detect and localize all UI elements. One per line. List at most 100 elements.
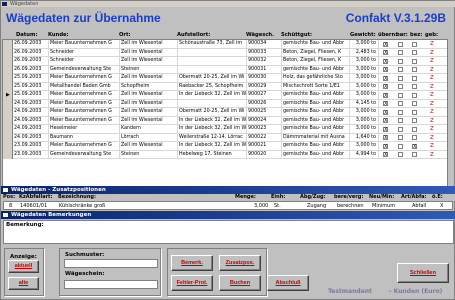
checkbox-bez[interactable]: [412, 126, 417, 132]
checkbox-bar[interactable]: [398, 109, 403, 115]
checkbox-bez[interactable]: [412, 84, 417, 89]
checkbox-bar[interactable]: [398, 126, 403, 132]
row-selector[interactable]: [3, 150, 13, 159]
geb-flag[interactable]: Z: [430, 108, 434, 116]
checkbox-uebern[interactable]: X: [383, 143, 388, 149]
checkbox-uebern[interactable]: X: [383, 118, 388, 124]
row-selector[interactable]: [3, 142, 13, 151]
row-selector[interactable]: [3, 65, 13, 74]
checkbox-bar[interactable]: [398, 143, 403, 149]
suchmuster-input[interactable]: [64, 259, 158, 268]
table-row[interactable]: 23.09.2003 Gemeindeverwaltung Ste Steinen H…: [3, 150, 447, 159]
checkbox-uebern[interactable]: X: [383, 152, 388, 158]
geb-flag[interactable]: Z: [430, 57, 434, 65]
row-selector[interactable]: [3, 57, 13, 66]
geb-flag[interactable]: Z: [430, 91, 434, 99]
row-selector[interactable]: [3, 40, 13, 49]
checkbox-bez[interactable]: [412, 152, 417, 157]
row-selector[interactable]: [3, 125, 13, 134]
checkbox-bez[interactable]: [412, 75, 417, 81]
checkbox-bez[interactable]: [412, 50, 417, 55]
checkbox-uebern[interactable]: X: [383, 58, 388, 64]
zusatzpos-button[interactable]: Zusatzpos.: [219, 255, 261, 271]
checkbox-bar[interactable]: [398, 92, 403, 98]
waegeschein-input[interactable]: [64, 280, 158, 289]
table-row[interactable]: ▶ 25.09.2003 Meier Bauunternehmen G Zell im…: [3, 91, 447, 100]
checkbox-bar[interactable]: [398, 135, 403, 140]
table-row[interactable]: 26.09.2003 Gemeindeverwaltung Ste Steinen 9…: [3, 65, 447, 74]
table-row[interactable]: 25.09.2003 Meier Bauunternehmen G Zell im …: [3, 74, 447, 83]
geb-flag[interactable]: Z: [430, 49, 434, 57]
table-row[interactable]: 24.09.2003 Meier Bauunternehmen G Zell im …: [3, 99, 447, 108]
row-selector[interactable]: [3, 108, 13, 117]
table-row[interactable]: 24.09.2003 Baumann Lörrach Weilerstraße 12-…: [3, 133, 447, 142]
geb-flag[interactable]: Z: [430, 134, 434, 142]
checkbox-bez[interactable]: X: [412, 143, 417, 149]
checkbox-uebern[interactable]: X: [383, 75, 388, 81]
checkbox-bar[interactable]: [398, 101, 403, 106]
table-row[interactable]: 24.09.2003 Meier Bauunternehmen G Zell im …: [3, 116, 447, 125]
checkbox-bez[interactable]: [412, 109, 417, 115]
checkbox-bar[interactable]: [398, 41, 403, 47]
checkbox-uebern[interactable]: X: [383, 109, 388, 115]
alte-button[interactable]: alte: [8, 277, 39, 290]
table-row[interactable]: 24.09.2003 Heselmeier Kandern In der Liebec…: [3, 125, 447, 134]
table-row[interactable]: 24.09.2003 Meier Bauunternehmen G Zell im …: [3, 108, 447, 117]
checkbox-uebern[interactable]: X: [383, 135, 388, 141]
row-selector[interactable]: [3, 48, 13, 57]
cell-kunde: Meier Bauunternehmen G: [49, 40, 120, 49]
checkbox-bez[interactable]: [412, 101, 417, 106]
checkbox-bar[interactable]: [398, 50, 403, 55]
geb-flag[interactable]: Z: [430, 117, 434, 125]
geb-flag[interactable]: Z: [430, 66, 434, 74]
checkbox-bar[interactable]: [398, 58, 403, 64]
checkbox-uebern[interactable]: X: [383, 101, 388, 107]
checkbox-bar[interactable]: [398, 75, 403, 81]
checkbox-bar[interactable]: [398, 152, 403, 157]
checkbox-bez[interactable]: [412, 118, 417, 123]
checkbox-uebern[interactable]: X: [383, 126, 388, 132]
checkbox-bez[interactable]: [412, 58, 417, 64]
checkbox-bar[interactable]: [398, 118, 403, 123]
positions-row[interactable]: 8 140601/01 Kühlschränke groß 3,000 St. …: [3, 201, 453, 210]
checkbox-uebern[interactable]: X: [383, 92, 388, 98]
checkbox-bar[interactable]: [398, 84, 403, 89]
row-selector[interactable]: ▶: [3, 91, 13, 100]
checkbox-bez[interactable]: [412, 41, 417, 47]
row-selector[interactable]: [3, 99, 13, 108]
checkbox-uebern[interactable]: X: [383, 67, 388, 73]
geb-flag[interactable]: Z: [430, 74, 434, 82]
row-selector[interactable]: [3, 82, 13, 91]
table-row[interactable]: 23.09.2003 Meier Bauunternehmen G Zell im …: [3, 142, 447, 151]
bemerk-button[interactable]: Bemerk.: [171, 255, 213, 271]
abschluss-button[interactable]: Abschluß: [267, 275, 309, 291]
geb-flag[interactable]: Z: [430, 151, 434, 159]
checkbox-bez[interactable]: [412, 92, 417, 98]
table-row[interactable]: 26.09.2003 Schneider Zell im Wiesental 9000…: [3, 48, 447, 57]
geb-flag[interactable]: Z: [430, 83, 434, 91]
table-row[interactable]: 26.09.2003 Meier Bauunternehmen G Zell im …: [3, 40, 447, 49]
table-row[interactable]: 25.09.2003 Metallhandel Baden Gmb Schopfhe…: [3, 82, 447, 91]
geb-flag[interactable]: Z: [430, 125, 434, 133]
remarks-textarea[interactable]: [3, 220, 454, 244]
cell-aufstellort: Raebacker 25, Schopfheim: [178, 82, 247, 91]
fehler-prot-button[interactable]: Fehler-Prot.: [171, 275, 213, 291]
checkbox-uebern[interactable]: X: [383, 41, 388, 47]
checkbox-bar[interactable]: [398, 67, 403, 72]
aktuell-button[interactable]: aktuell: [8, 260, 39, 273]
row-selector[interactable]: [3, 74, 13, 83]
row-selector[interactable]: [3, 133, 13, 142]
checkbox-uebern[interactable]: X: [383, 84, 388, 90]
schliessen-button[interactable]: Schließen: [397, 263, 449, 283]
table-row[interactable]: 26.09.2003 Schneider Zell im Wiesental 9000…: [3, 57, 447, 66]
checkbox-bez[interactable]: [412, 135, 417, 140]
geb-flag[interactable]: Z: [430, 40, 434, 48]
geb-flag[interactable]: Z: [430, 142, 434, 150]
checkbox-uebern[interactable]: X: [383, 50, 388, 56]
buchen-button[interactable]: Buchen: [219, 275, 261, 291]
cell-aufstellort: Weilerstraße 12-14, Lörrac: [178, 133, 247, 142]
weighing-data-grid[interactable]: 26.09.2003 Meier Bauunternehmen G Zell im …: [2, 39, 448, 196]
checkbox-bez[interactable]: [412, 67, 417, 72]
geb-flag[interactable]: Z: [430, 100, 434, 108]
row-selector[interactable]: [3, 116, 13, 125]
